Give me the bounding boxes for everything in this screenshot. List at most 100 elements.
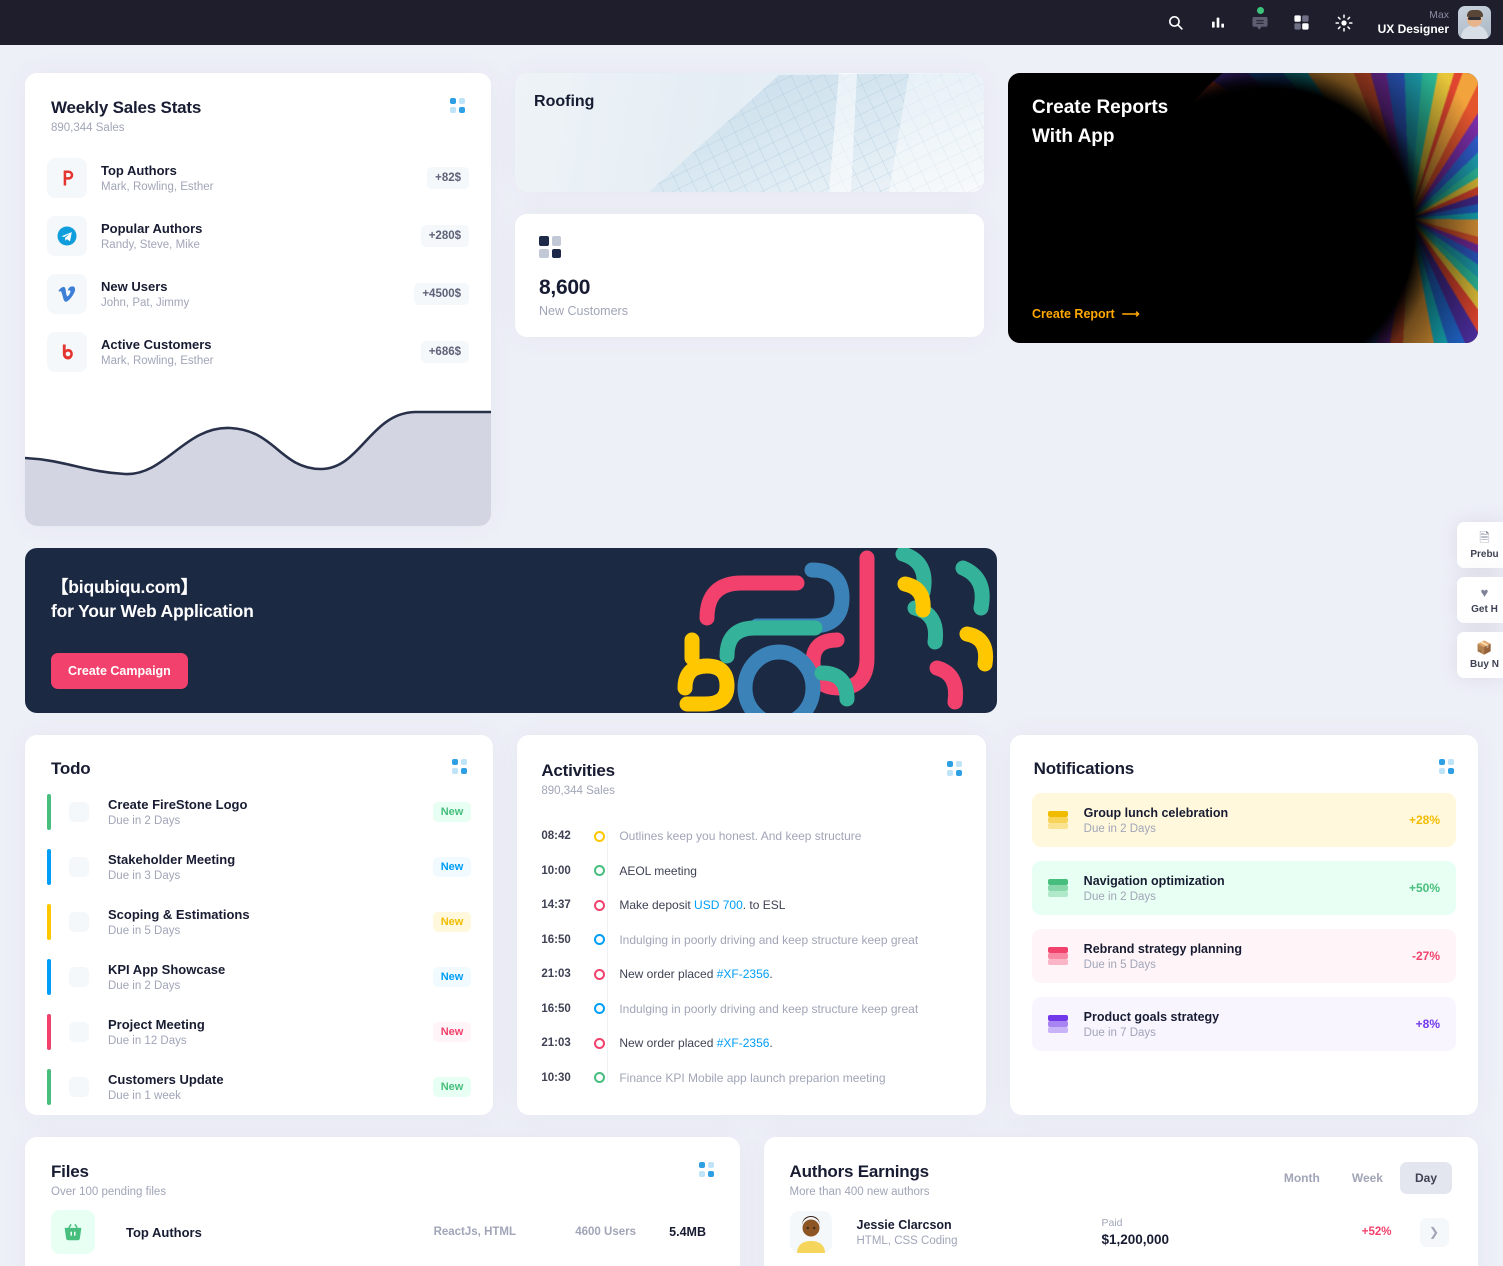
- list-item[interactable]: 21:03 New order placed #XF-2356.: [541, 957, 961, 992]
- list-item[interactable]: New Users John, Pat, Jimmy +4500$: [47, 272, 470, 316]
- list-item[interactable]: 14:37 Make deposit USD 700. to ESL: [541, 888, 961, 923]
- list-item[interactable]: 16:50 Indulging in poorly driving and kee…: [541, 992, 961, 1027]
- list-item-title: KPI App Showcase: [108, 962, 226, 977]
- list-item[interactable]: Stakeholder Meeting Due in 3 Days New: [47, 845, 472, 889]
- list-item-due: Due in 2 Days: [1083, 822, 1156, 835]
- todo-checkbox[interactable]: [69, 1022, 89, 1042]
- list-item[interactable]: Create FireStone Logo Due in 2 Days New: [47, 790, 472, 834]
- todo-checkbox[interactable]: [69, 1077, 89, 1097]
- float-button-buy-n[interactable]: 📦 Buy N: [1457, 632, 1503, 678]
- list-item[interactable]: 10:30 Finance KPI Mobile app launch prepa…: [541, 1061, 961, 1096]
- list-item-due: Due in 2 Days: [108, 815, 181, 827]
- card-menu-grid-icon[interactable]: [698, 1162, 714, 1177]
- author-role: HTML, CSS Coding: [856, 1234, 958, 1247]
- middle-column: Roofing 8,600 New Customers: [515, 73, 985, 526]
- user-menu[interactable]: Max UX Designer: [1378, 6, 1491, 39]
- list-item[interactable]: Popular Authors Randy, Steve, Mike +280$: [47, 214, 470, 258]
- activity-text: Finance KPI Mobile app launch preparion …: [619, 1070, 886, 1085]
- author-paid-block: Paid $1,200,000: [1102, 1217, 1302, 1247]
- search-icon[interactable]: [1164, 11, 1188, 35]
- chevron-right-icon[interactable]: ❯: [1419, 1217, 1449, 1247]
- list-item-text: Top Authors Mark, Rowling, Esther: [101, 163, 427, 193]
- todo-checkbox[interactable]: [69, 802, 89, 822]
- activity-text: Indulging in poorly driving and keep str…: [619, 1001, 919, 1016]
- list-item[interactable]: Active Customers Mark, Rowling, Esther +…: [47, 330, 470, 374]
- telegram-icon: [47, 216, 87, 256]
- activity-link[interactable]: #XF-2356: [717, 1036, 770, 1050]
- list-item[interactable]: Navigation optimization Due in 2 Days +50%: [1031, 861, 1456, 915]
- list-item[interactable]: 21:03 New order placed #XF-2356.: [541, 1026, 961, 1061]
- change-percent: +52%: [1361, 1226, 1392, 1238]
- table-row[interactable]: Top Authors ReactJs, HTML 4600 Users 5.4MB: [51, 1210, 714, 1254]
- reports-title: Create Reports With App: [1032, 93, 1168, 152]
- change-percent: +28%: [1408, 813, 1440, 827]
- activities-title: Activities: [541, 761, 615, 780]
- activity-time: 21:03: [541, 1037, 571, 1050]
- float-button-get-h[interactable]: ♥ Get H: [1457, 577, 1503, 623]
- priority-bar: [47, 959, 51, 995]
- create-campaign-button[interactable]: Create Campaign: [51, 653, 188, 689]
- todo-checkbox[interactable]: [69, 857, 89, 877]
- weekly-stat-list: Top Authors Mark, Rowling, Esther +82$ P…: [25, 134, 491, 374]
- avatar: [789, 1211, 832, 1253]
- filter-week[interactable]: Week: [1337, 1162, 1398, 1194]
- weekly-card-header: Weekly Sales Stats 890,344 Sales: [25, 73, 491, 134]
- filter-day[interactable]: Day: [1399, 1162, 1452, 1194]
- float-button-prebu[interactable]: 🗎 Prebu: [1457, 522, 1503, 568]
- user-text: Max UX Designer: [1378, 9, 1449, 36]
- list-item-due: Due in 2 Days: [1083, 890, 1156, 903]
- paid-label: Paid: [1101, 1217, 1123, 1229]
- activity-link[interactable]: USD 700: [694, 898, 743, 912]
- status-badge: +280$: [420, 225, 470, 247]
- grid-icon[interactable]: [1290, 11, 1314, 35]
- weekly-sales-area-chart: [25, 386, 492, 526]
- card-menu-grid-icon[interactable]: [946, 761, 962, 776]
- list-item[interactable]: KPI App Showcase Due in 2 Days New: [47, 955, 472, 999]
- list-item[interactable]: Project Meeting Due in 12 Days New: [47, 1010, 472, 1054]
- roofing-title: Roofing: [534, 93, 595, 110]
- create-report-button[interactable]: Create Report ⟶: [1032, 306, 1140, 322]
- list-item-due: Due in 12 Days: [108, 1035, 187, 1047]
- todo-checkbox[interactable]: [69, 912, 89, 932]
- authors-list: Jessie Clarcson HTML, CSS Coding Paid $1,20…: [789, 1206, 1453, 1266]
- activity-time: 10:00: [541, 864, 571, 877]
- file-tech: ReactJs, HTML: [433, 1226, 516, 1238]
- bar-chart-icon[interactable]: [1206, 11, 1230, 35]
- roofing-card[interactable]: Roofing: [515, 73, 985, 192]
- list-item[interactable]: 08:42 Outlines keep you honest. And keep …: [541, 819, 961, 854]
- chat-bubble-icon[interactable]: [1248, 6, 1272, 35]
- brightness-icon[interactable]: [1332, 11, 1356, 35]
- list-item[interactable]: 10:00 AEOL meeting: [541, 854, 961, 889]
- todo-card-header: Todo: [47, 759, 471, 779]
- filter-month[interactable]: Month: [1269, 1162, 1335, 1194]
- status-badge: +686$: [420, 341, 470, 363]
- card-menu-grid-icon[interactable]: [452, 759, 468, 774]
- list-item-title: Stakeholder Meeting: [108, 852, 236, 867]
- activity-body: New order placed #XF-2356.: [619, 967, 772, 981]
- list-item-text: Popular Authors Randy, Steve, Mike: [101, 221, 421, 251]
- list-item[interactable]: Customers Update Due in 1 week New: [47, 1065, 472, 1109]
- list-item[interactable]: 16:50 Indulging in poorly driving and kee…: [541, 923, 961, 958]
- list-item-title: Top Authors: [101, 163, 177, 178]
- list-item-title: New Users: [101, 279, 168, 294]
- todo-checkbox[interactable]: [69, 967, 89, 987]
- list-item[interactable]: Group lunch celebration Due in 2 Days +28%: [1031, 793, 1456, 847]
- list-item[interactable]: Top Authors Mark, Rowling, Esther +82$: [47, 156, 470, 200]
- card-menu-grid-icon[interactable]: [450, 98, 466, 113]
- list-item[interactable]: Scoping & Estimations Due in 5 Days New: [47, 900, 472, 944]
- weekly-subtitle: 890,344 Sales: [51, 122, 125, 134]
- list-item-title: Popular Authors: [101, 221, 203, 236]
- list-item-subtitle: Mark, Rowling, Esther: [101, 181, 214, 193]
- table-row[interactable]: Jessie Clarcson HTML, CSS Coding Paid $1,20…: [789, 1206, 1453, 1258]
- avatar[interactable]: [1458, 6, 1491, 39]
- list-item[interactable]: Rebrand strategy planning Due in 5 Days -2…: [1031, 929, 1456, 983]
- reports-title-line2: With App: [1032, 126, 1115, 148]
- card-menu-grid-icon[interactable]: [1439, 759, 1454, 774]
- activity-time: 21:03: [541, 968, 571, 981]
- activity-text: Indulging in poorly driving and keep str…: [619, 932, 919, 947]
- file-name: Top Authors: [126, 1224, 202, 1240]
- list-item-subtitle: John, Pat, Jimmy: [101, 297, 190, 309]
- status-badge: New: [432, 912, 472, 932]
- activity-link[interactable]: #XF-2356: [717, 967, 770, 981]
- list-item[interactable]: Product goals strategy Due in 7 Days +8%: [1031, 997, 1456, 1051]
